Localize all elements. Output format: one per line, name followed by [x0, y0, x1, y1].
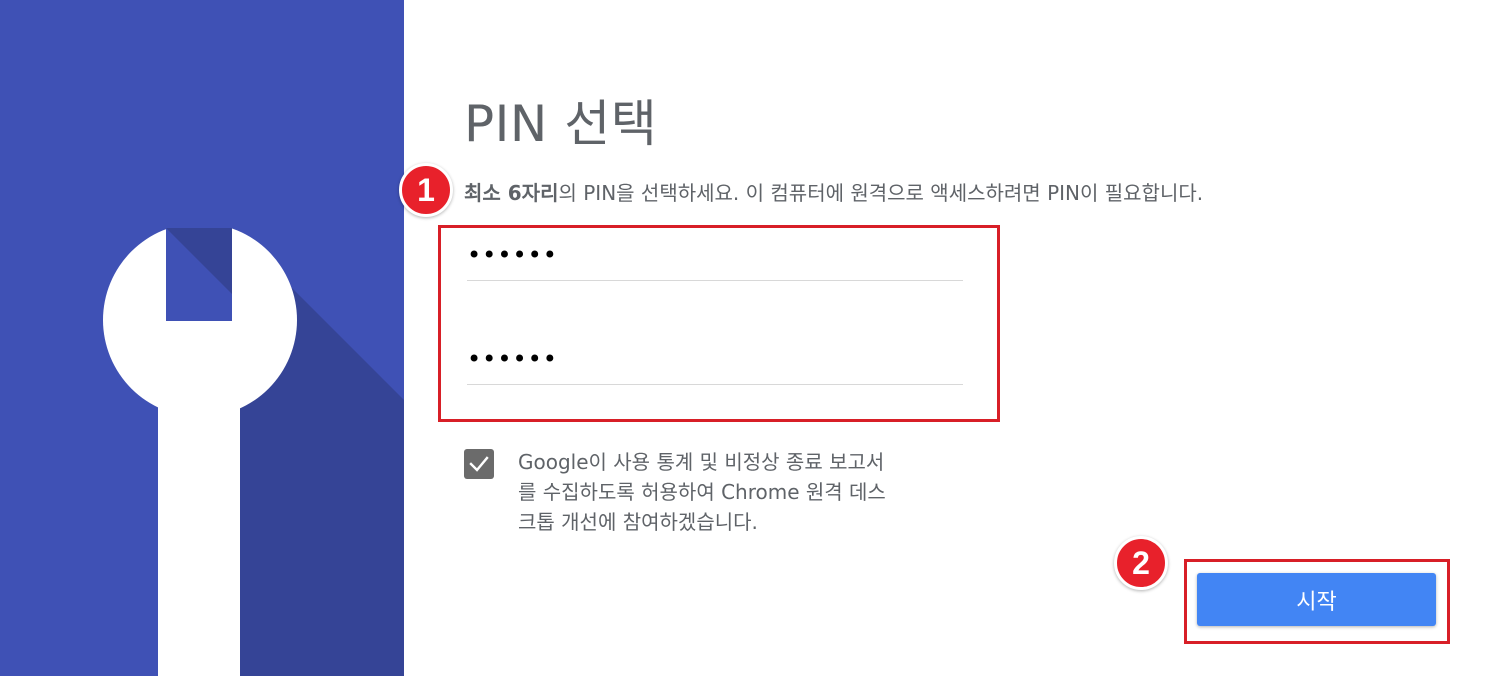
annotation-badge-1: 1 [399, 163, 453, 217]
pin-field[interactable] [467, 229, 963, 281]
start-button[interactable]: 시작 [1197, 573, 1436, 626]
consent-line-3: 크톱 개선에 참여하겠습니다. [518, 510, 758, 534]
pin-instruction: 최소 6자리의 PIN을 선택하세요. 이 컴퓨터에 원격으로 액세스하려면 P… [464, 177, 1203, 206]
pin-confirm-input[interactable] [467, 333, 963, 384]
instruction-bold: 최소 6자리 [464, 181, 559, 205]
pin-input[interactable] [467, 229, 963, 280]
consent-line-1: Google이 사용 통계 및 비정상 종료 보고서 [518, 450, 885, 474]
page-title: PIN 선택 [464, 95, 658, 153]
consent-label: Google이 사용 통계 및 비정상 종료 보고서 를 수집하도록 허용하여 … [518, 447, 958, 537]
annotation-badge-2: 2 [1114, 536, 1168, 590]
instruction-text: 의 PIN을 선택하세요. 이 컴퓨터에 원격으로 액세스하려면 PIN이 필요… [558, 181, 1204, 205]
checkmark-icon [469, 456, 489, 472]
consent-checkbox[interactable] [464, 449, 494, 479]
wrench-banner [0, 0, 404, 676]
wrench-icon [0, 0, 404, 676]
consent-line-2: 를 수집하도록 허용하여 Chrome 원격 데스 [518, 480, 886, 504]
pin-confirm-field[interactable] [467, 333, 963, 385]
